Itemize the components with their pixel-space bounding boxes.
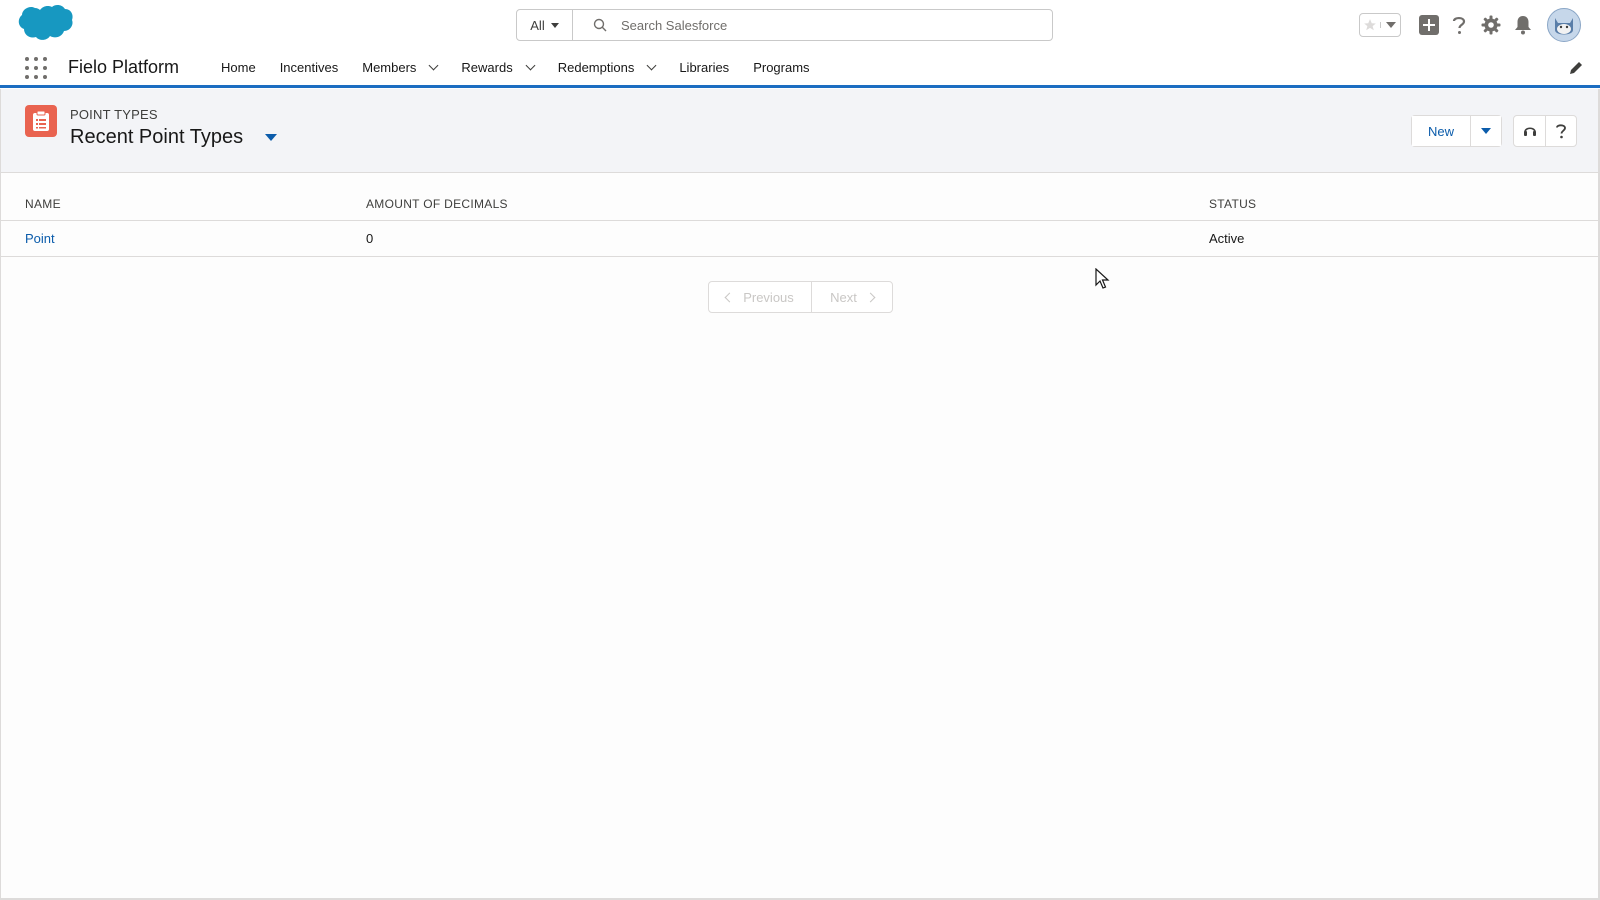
help-button[interactable]	[1545, 116, 1576, 146]
search-scope-label: All	[530, 17, 545, 33]
global-header: All	[0, 0, 1600, 50]
nav-item-label: Rewards	[461, 60, 513, 75]
global-search: All	[516, 9, 1053, 41]
headset-icon	[1523, 127, 1536, 136]
favorites-button[interactable]	[1359, 13, 1401, 37]
point-types-object-icon	[25, 105, 57, 137]
nav-item-label: Programs	[753, 60, 810, 75]
nav-item-programs[interactable]: Programs	[741, 50, 821, 85]
nav-item-label: Libraries	[679, 60, 730, 75]
app-navigation-bar: Fielo Platform Home Incentives Members R…	[0, 50, 1600, 88]
frame-border	[0, 173, 1, 900]
pagination: Previous Next	[708, 281, 893, 313]
guided-setup-button[interactable]	[1514, 116, 1545, 146]
search-scope-dropdown[interactable]: All	[517, 10, 573, 40]
nav-item-members[interactable]: Members	[350, 50, 449, 85]
record-name-link[interactable]: Point	[25, 231, 55, 246]
chevron-left-icon	[724, 292, 735, 302]
table-row: Point 0 Active	[0, 221, 1600, 257]
nav-item-incentives[interactable]: Incentives	[268, 50, 351, 85]
nav-item-libraries[interactable]: Libraries	[667, 50, 741, 85]
user-avatar[interactable]	[1547, 8, 1581, 42]
previous-button[interactable]: Previous	[709, 282, 811, 312]
app-launcher-icon[interactable]	[25, 57, 47, 79]
table-header-row: NAME AMOUNT OF DECIMALS STATUS	[0, 188, 1600, 221]
nav-item-home[interactable]: Home	[209, 50, 268, 85]
chevron-right-icon	[865, 292, 876, 302]
column-header-amount-of-decimals[interactable]: AMOUNT OF DECIMALS	[366, 197, 508, 211]
mouse-cursor-icon	[1095, 268, 1110, 289]
chevron-down-icon[interactable]	[525, 60, 536, 71]
next-label: Next	[830, 289, 857, 305]
nav-item-label: Incentives	[279, 60, 339, 75]
help-icon	[1556, 124, 1566, 139]
favorites-menu-icon[interactable]	[1380, 22, 1400, 28]
amount-of-decimals-cell: 0	[366, 231, 374, 246]
header-icon-buttons	[1513, 115, 1577, 147]
search-icon	[593, 18, 607, 32]
app-name: Fielo Platform	[68, 57, 180, 77]
previous-label: Previous	[743, 289, 794, 305]
nav-items: Home Incentives Members Rewards Redempti…	[209, 50, 822, 85]
caret-down-icon	[550, 22, 559, 28]
setup-gear-icon[interactable]	[1480, 14, 1502, 36]
object-label: POINT TYPES	[70, 107, 158, 122]
nav-item-label: Redemptions	[557, 60, 635, 75]
new-button[interactable]: New	[1412, 116, 1470, 146]
favorite-star-icon[interactable]	[1360, 18, 1380, 32]
nav-item-rewards[interactable]: Rewards	[449, 50, 545, 85]
chevron-down-icon[interactable]	[646, 60, 657, 71]
search-field	[573, 10, 1052, 40]
nav-item-label: Home	[221, 60, 256, 75]
column-header-name[interactable]: NAME	[25, 197, 61, 211]
list-table: NAME AMOUNT OF DECIMALS STATUS Point 0 A…	[0, 188, 1600, 257]
salesforce-logo[interactable]	[16, 4, 74, 46]
nav-item-redemptions[interactable]: Redemptions	[546, 50, 668, 85]
more-actions-button[interactable]	[1470, 116, 1501, 146]
caret-down-icon	[1481, 128, 1491, 134]
chevron-down-icon[interactable]	[428, 60, 439, 71]
list-view-header: POINT TYPES Recent Point Types New	[0, 89, 1600, 173]
search-input[interactable]	[621, 17, 1001, 33]
help-icon[interactable]	[1448, 14, 1470, 36]
caret-down-icon[interactable]	[265, 134, 278, 141]
list-view-picker[interactable]: Recent Point Types	[70, 126, 278, 149]
column-header-status[interactable]: STATUS	[1209, 197, 1256, 211]
edit-nav-pencil-icon[interactable]	[1568, 60, 1584, 76]
page-title: Recent Point Types	[70, 126, 244, 148]
next-button[interactable]: Next	[811, 282, 892, 312]
new-button-group: New	[1411, 115, 1502, 147]
notifications-bell-icon[interactable]	[1512, 14, 1534, 36]
status-cell: Active	[1209, 231, 1245, 246]
nav-item-label: Members	[362, 60, 417, 75]
add-icon[interactable]	[1418, 14, 1440, 36]
